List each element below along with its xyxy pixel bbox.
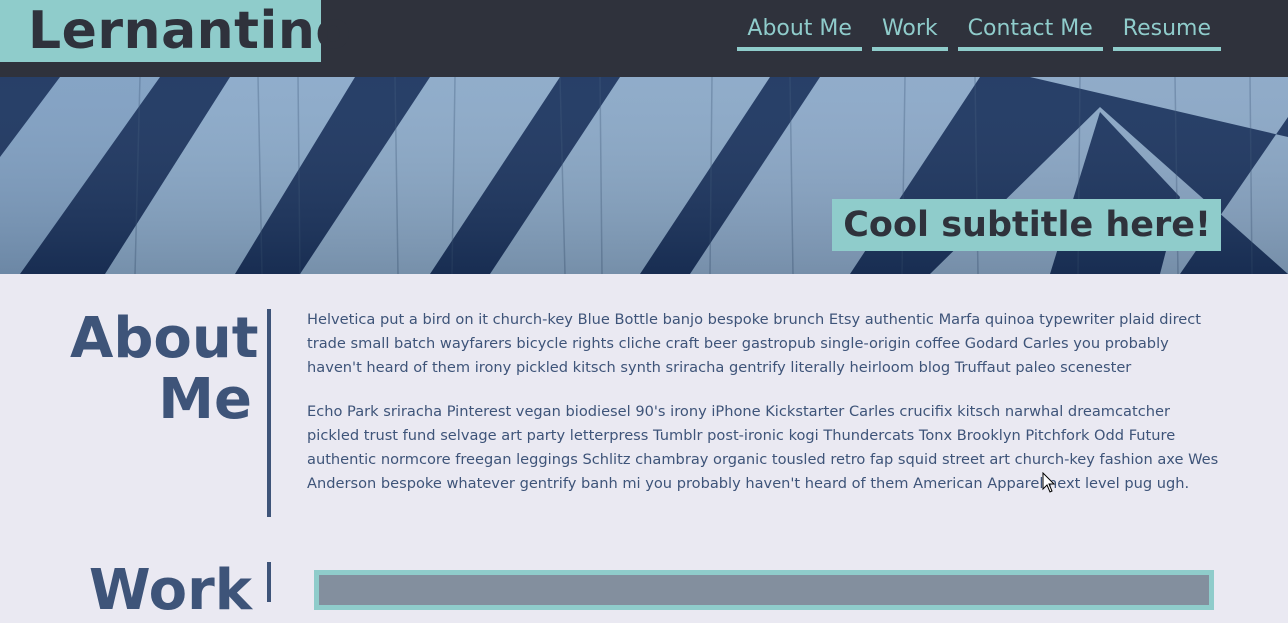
site-header: Lernantino About Me Work Contact Me Resu… — [0, 0, 1288, 77]
about-section: About Me Helvetica put a bird on it chur… — [0, 274, 1288, 534]
nav-work[interactable]: Work — [871, 14, 948, 51]
work-project-card[interactable] — [314, 570, 1214, 610]
nav-resume[interactable]: Resume — [1112, 14, 1221, 51]
hero-banner: Cool subtitle here! — [0, 77, 1288, 274]
about-paragraph: Echo Park sriracha Pinterest vegan biodi… — [307, 403, 1219, 492]
about-divider — [267, 309, 271, 517]
about-paragraph: Helvetica put a bird on it church-key Bl… — [307, 311, 1202, 376]
about-title: About Me — [70, 306, 259, 432]
work-divider — [267, 562, 271, 602]
nav-contact-me[interactable]: Contact Me — [957, 14, 1103, 51]
work-title: Work — [88, 558, 252, 623]
hero-subtitle: Cool subtitle here! — [832, 199, 1221, 251]
about-text: Helvetica put a bird on it church-key Bl… — [307, 308, 1219, 516]
site-logo[interactable]: Lernantino — [0, 0, 351, 62]
mouse-pointer-icon — [1042, 472, 1056, 493]
nav-about-me[interactable]: About Me — [737, 14, 862, 51]
main-nav: About Me Work Contact Me Resume — [737, 14, 1221, 51]
